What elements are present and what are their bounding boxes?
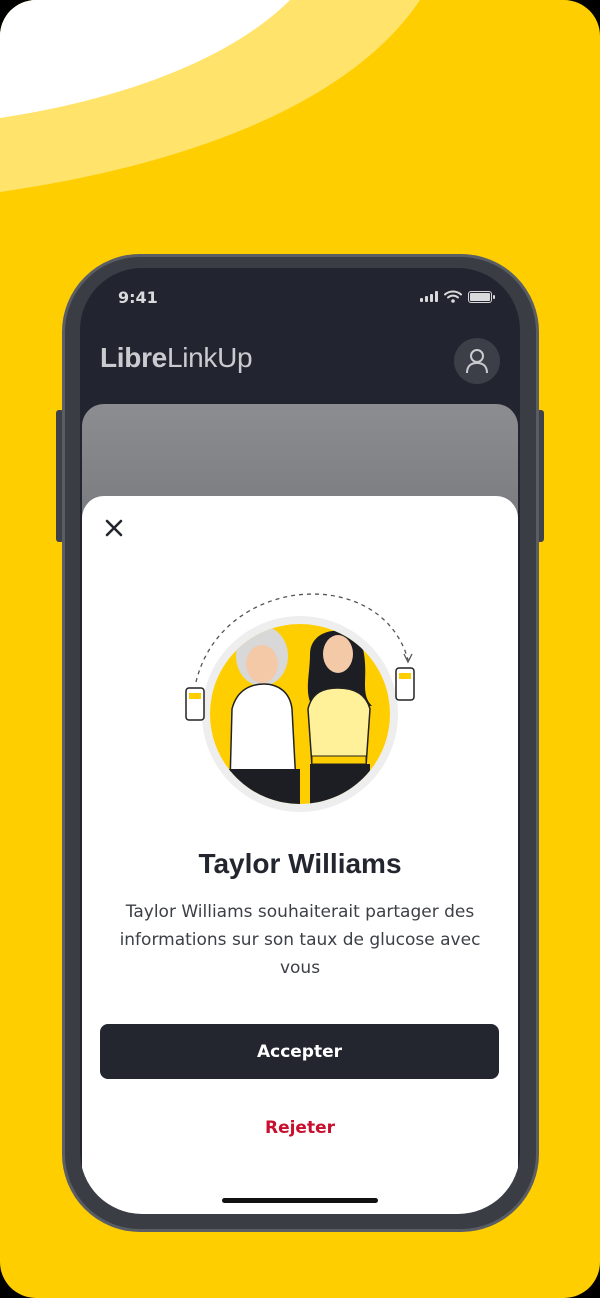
background-swoosh [0, 0, 420, 192]
reject-button[interactable]: Rejeter [200, 1108, 400, 1148]
battery-icon [468, 290, 495, 303]
wifi-icon [444, 290, 462, 303]
close-button[interactable] [100, 514, 128, 542]
app-title: LibreLinkUp [100, 342, 253, 374]
status-time: 9:41 [118, 288, 158, 307]
sharing-illustration [185, 593, 415, 812]
contact-name: Taylor Williams [198, 848, 402, 879]
share-invite-sheet: Taylor Williams Taylor Williams souhaite… [82, 496, 518, 1214]
app-title-bold: Libre [100, 342, 167, 373]
status-icons [420, 290, 495, 303]
promo-background: 9:41 LibreLinkUp Taylor Williams Taylor … [0, 0, 600, 1298]
phone-screen: 9:41 LibreLinkUp Taylor Williams Taylor … [80, 268, 520, 1214]
close-icon [105, 519, 123, 537]
share-invite-message: Taylor Williams souhaiterait partager de… [119, 902, 481, 978]
signal-icon [420, 291, 438, 302]
app-title-light: LinkUp [166, 342, 253, 373]
accept-button[interactable]: Accepter [100, 1024, 499, 1079]
home-indicator [222, 1198, 378, 1203]
profile-button[interactable] [454, 338, 500, 384]
person-icon [466, 349, 488, 374]
